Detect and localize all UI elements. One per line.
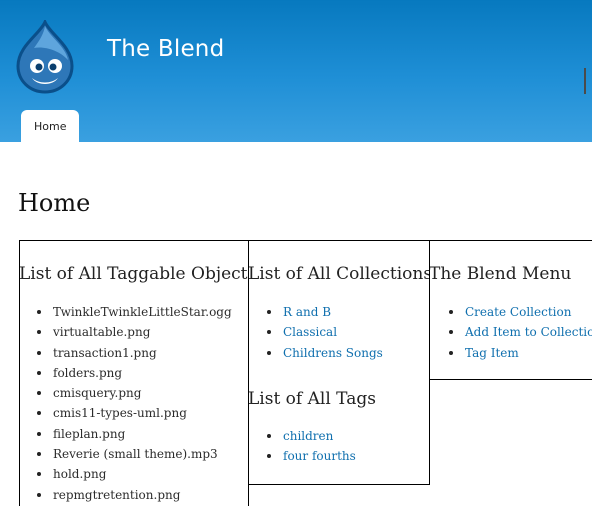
menu-link-add-item[interactable]: Add Item to Collection (449, 322, 592, 342)
blend-menu-block: The Blend Menu Create Collection Add Ite… (429, 240, 592, 380)
list-item: virtualtable.png (37, 322, 232, 342)
taggable-objects-title: List of All Taggable Objects (19, 264, 249, 284)
blend-menu-list: Create Collection Add Item to Collection… (449, 302, 592, 363)
list-item: transaction1.png (37, 343, 232, 363)
list-item: cmisquery.png (37, 383, 232, 403)
collection-link[interactable]: Childrens Songs (267, 343, 383, 363)
list-item: fileplan.png (37, 424, 232, 444)
list-item: TwinkleTwinkleLittleStar.ogg (37, 302, 232, 322)
collections-title: List of All Collections (248, 264, 430, 284)
collections-block: List of All Collections R and B Classica… (248, 240, 430, 485)
blend-menu-title: The Blend Menu (429, 264, 572, 284)
tab-home[interactable]: Home (21, 110, 80, 142)
list-item: cmis11-types-uml.png (37, 403, 232, 423)
list-item: folders.png (37, 363, 232, 383)
tags-title: List of All Tags (248, 389, 376, 409)
collections-list: R and B Classical Childrens Songs (267, 302, 383, 363)
page-title: Home (18, 189, 91, 217)
tag-link[interactable]: children (267, 426, 356, 446)
collection-link[interactable]: Classical (267, 322, 383, 342)
menu-link-tag-item[interactable]: Tag Item (449, 343, 592, 363)
list-item: repmgtretention.png (37, 485, 232, 505)
list-item: hold.png (37, 464, 232, 484)
drupal-drop-icon[interactable] (14, 18, 76, 94)
primary-tabs: Home (21, 110, 80, 142)
taggable-objects-list: TwinkleTwinkleLittleStar.ogg virtualtabl… (37, 302, 232, 505)
tags-list: children four fourths (267, 426, 356, 467)
menu-link-create-collection[interactable]: Create Collection (449, 302, 592, 322)
site-header: The Blend Home (0, 0, 592, 142)
list-item: Reverie (small theme).mp3 (37, 444, 232, 464)
tag-link[interactable]: four fourths (267, 446, 356, 466)
collection-link[interactable]: R and B (267, 302, 383, 322)
header-edge-element (584, 68, 592, 94)
taggable-objects-block: List of All Taggable Objects TwinkleTwin… (19, 240, 249, 506)
site-name[interactable]: The Blend (107, 36, 224, 62)
